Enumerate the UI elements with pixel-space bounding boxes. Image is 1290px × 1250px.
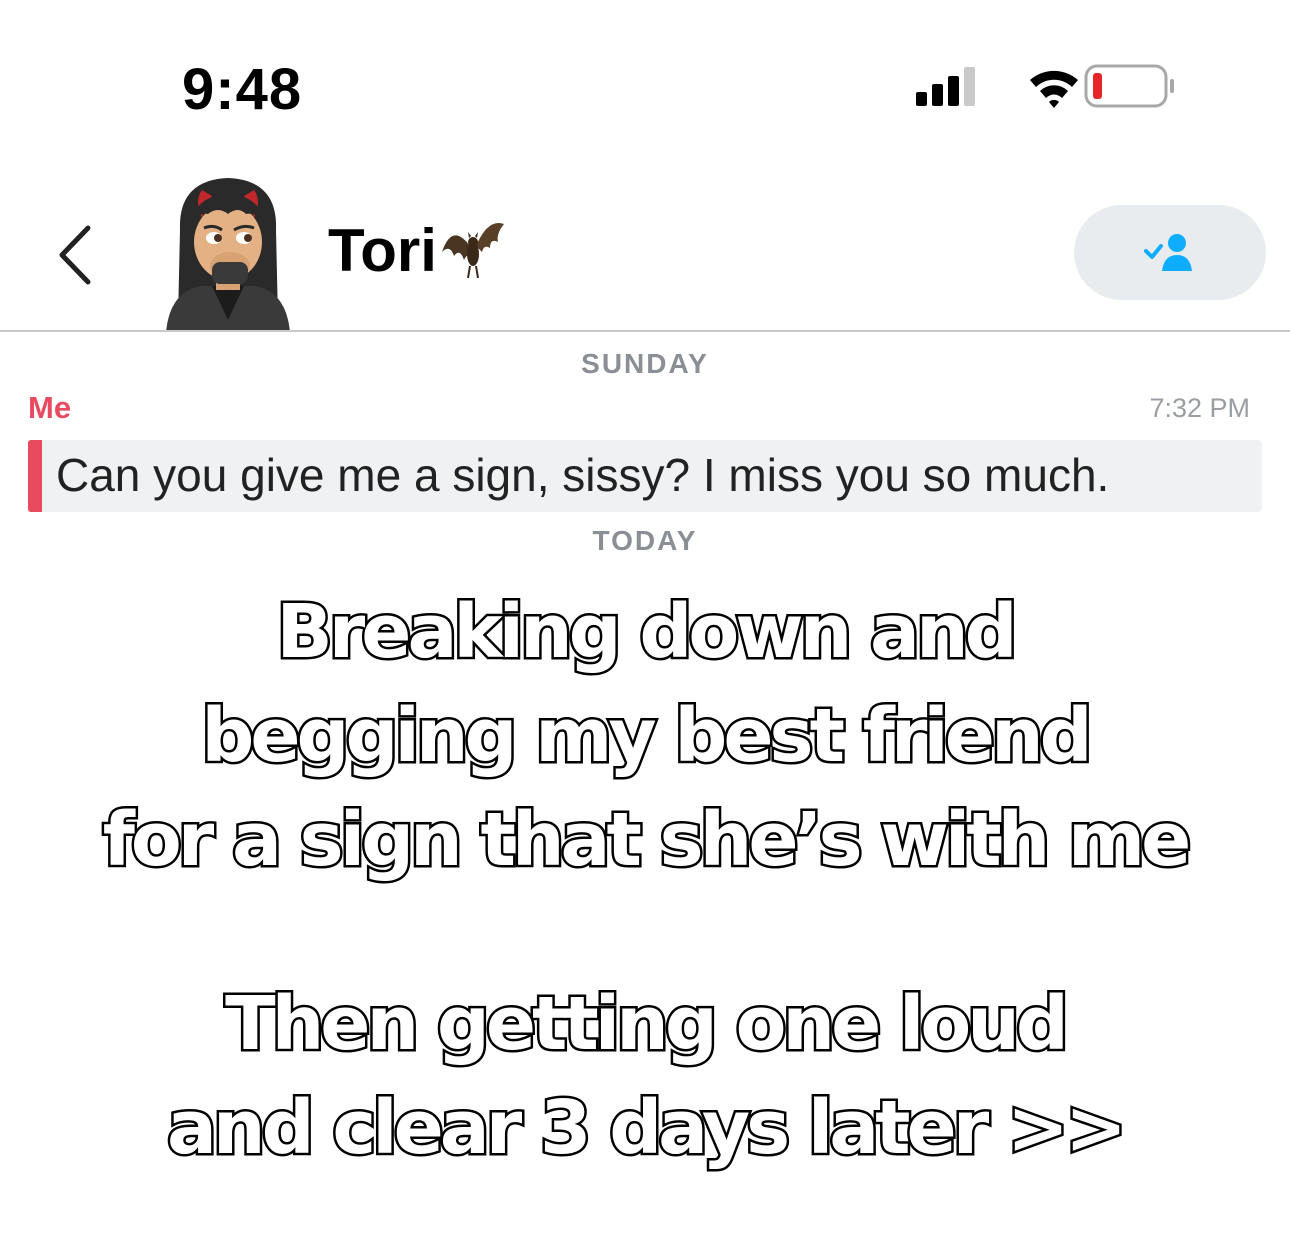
bat-emoji-icon [438,216,508,282]
signal-icon [916,67,975,106]
status-time: 9:48 [182,57,303,122]
day-separator-sunday: SUNDAY [581,348,709,379]
friend-check-icon [1144,234,1192,271]
sender-label: Me [28,390,72,425]
friend-status-button[interactable] [1074,205,1266,300]
overlay-caption-line-5: and clear 3 days later >> [164,1083,1129,1174]
battery-icon [1084,64,1174,108]
message-text: Can you give me a sign, sissy? I miss yo… [56,449,1110,501]
message-timestamp: 7:32 PM [1149,393,1250,423]
day-separator-today: TODAY [592,525,698,556]
avatar[interactable] [160,170,295,332]
header-divider [0,330,1290,332]
message-bubble[interactable]: Can you give me a sign, sissy? I miss yo… [28,440,1262,512]
wifi-icon [1030,70,1078,108]
chevron-left-icon [59,225,91,285]
message-sender-bar [28,440,42,512]
contact-name[interactable]: Tori [328,216,437,285]
back-button[interactable] [50,220,100,290]
overlay-caption-line-4: Then getting one loud [223,979,1072,1070]
overlay-caption-line-1: Breaking down and [274,587,1020,678]
chat-header: Tori [0,150,1290,332]
overlay-caption-line-3: for a sign that she’s with me [100,795,1194,886]
overlay-caption-line-2: begging my best friend [199,691,1095,782]
status-bar: 9:48 [0,0,1290,150]
status-icons [910,62,1180,112]
